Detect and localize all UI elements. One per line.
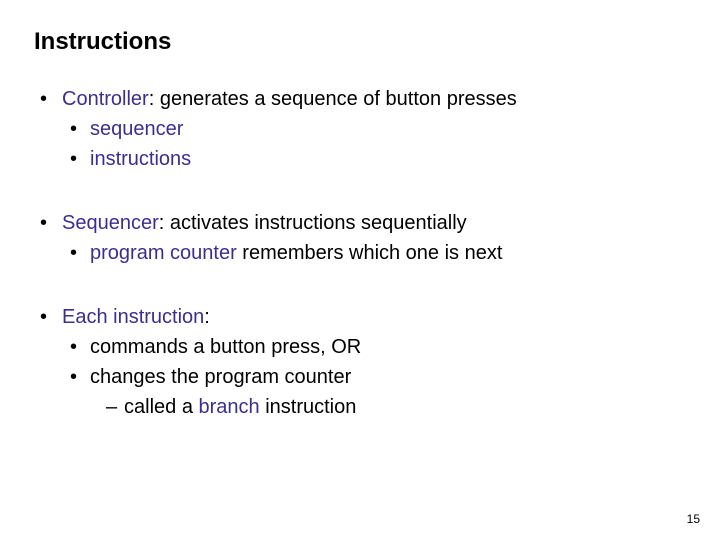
bullet-text: : [204,306,210,328]
slide: Instructions Controller: generates a seq… [0,0,720,540]
bullet-l1: Each instruction: [34,304,686,330]
slide-title: Instructions [34,28,686,56]
bullet-text: commands a button press, OR [90,336,361,358]
bullet-text: changes the program counter [90,366,351,388]
bullet-l1: Sequencer: activates instructions sequen… [34,210,686,236]
bullet-l2: program counter remembers which one is n… [34,240,686,266]
bullet-l3: called a branch instruction [34,394,686,420]
bullet-text: called a [124,396,199,418]
bullet-block: Sequencer: activates instructions sequen… [34,210,686,266]
bullet-block: Controller: generates a sequence of butt… [34,86,686,172]
term-accent: Each instruction [62,306,204,328]
bullet-text: : generates a sequence of button presses [149,88,517,110]
term-accent: Sequencer [62,212,159,234]
term-accent: sequencer [90,118,183,140]
bullet-text: : activates instructions sequentially [159,212,467,234]
bullet-l2: sequencer [34,116,686,142]
bullet-l2: instructions [34,146,686,172]
term-accent: program counter [90,242,237,264]
term-accent: instructions [90,148,191,170]
bullet-l2: changes the program counter [34,364,686,390]
bullet-text: instruction [260,396,357,418]
page-number: 15 [687,512,700,526]
bullet-text: remembers which one is next [237,242,503,264]
term-accent: Controller [62,88,149,110]
bullet-block: Each instruction: commands a button pres… [34,304,686,420]
bullet-l2: commands a button press, OR [34,334,686,360]
term-accent: branch [199,396,260,418]
bullet-l1: Controller: generates a sequence of butt… [34,86,686,112]
